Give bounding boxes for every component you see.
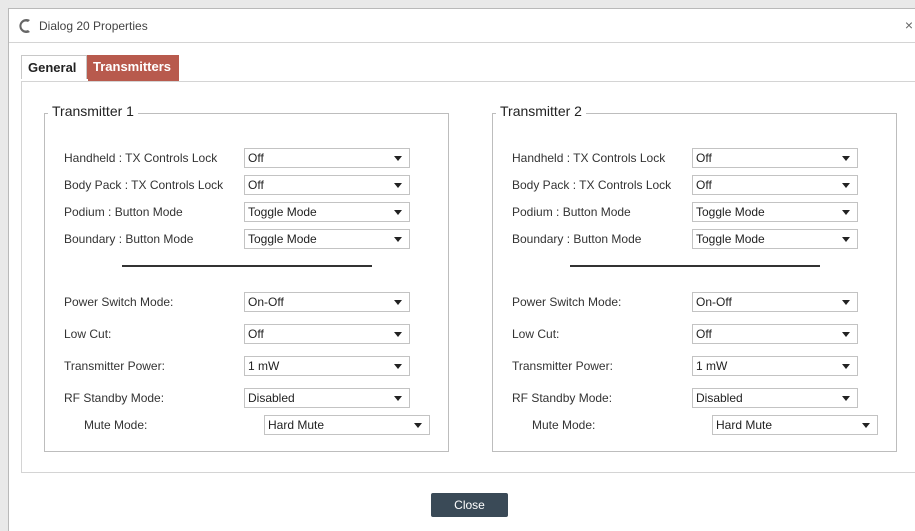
chevron-down-icon bbox=[394, 183, 402, 188]
selected-value: Off bbox=[696, 178, 712, 192]
selected-value: 1 mW bbox=[248, 359, 280, 373]
c-logo-icon bbox=[19, 19, 30, 33]
selected-value: Toggle Mode bbox=[696, 232, 765, 246]
bodypack-lock-label: Body Pack : TX Controls Lock bbox=[512, 178, 672, 192]
low-cut-label: Low Cut: bbox=[512, 327, 560, 341]
tx-power-select[interactable]: 1 mW bbox=[692, 356, 858, 376]
title-bar: Dialog 20 Properties × bbox=[9, 9, 915, 43]
chevron-down-icon bbox=[394, 156, 402, 161]
selected-value: Off bbox=[696, 151, 712, 165]
selected-value: 1 mW bbox=[696, 359, 728, 373]
bodypack-lock-select[interactable]: Off bbox=[244, 175, 410, 195]
chevron-down-icon bbox=[394, 364, 402, 369]
boundary-mode-label: Boundary : Button Mode bbox=[64, 232, 194, 246]
podium-mode-select[interactable]: Toggle Mode bbox=[244, 202, 410, 222]
tx-power-select[interactable]: 1 mW bbox=[244, 356, 410, 376]
handheld-lock-select[interactable]: Off bbox=[244, 148, 410, 168]
selected-value: Toggle Mode bbox=[696, 205, 765, 219]
chevron-down-icon bbox=[394, 210, 402, 215]
chevron-down-icon bbox=[842, 156, 850, 161]
chevron-down-icon bbox=[394, 332, 402, 337]
selected-value: Disabled bbox=[696, 391, 743, 405]
rf-standby-label: RF Standby Mode: bbox=[512, 391, 613, 405]
selected-value: On-Off bbox=[248, 295, 284, 309]
selected-value: Off bbox=[248, 327, 264, 341]
boundary-mode-select[interactable]: Toggle Mode bbox=[244, 229, 410, 249]
chevron-down-icon bbox=[394, 396, 402, 401]
tx-power-label: Transmitter Power: bbox=[512, 359, 613, 373]
chevron-down-icon bbox=[862, 423, 870, 428]
tab-transmitters[interactable]: Transmitters bbox=[87, 55, 179, 79]
power-switch-select[interactable]: On-Off bbox=[244, 292, 410, 312]
group-title: Transmitter 2 bbox=[496, 103, 586, 119]
boundary-mode-label: Boundary : Button Mode bbox=[512, 232, 642, 246]
chevron-down-icon bbox=[842, 300, 850, 305]
handheld-lock-label: Handheld : TX Controls Lock bbox=[512, 151, 666, 165]
handheld-lock-label: Handheld : TX Controls Lock bbox=[64, 151, 218, 165]
close-button[interactable]: Close bbox=[431, 493, 508, 517]
bodypack-lock-select[interactable]: Off bbox=[692, 175, 858, 195]
tx-power-label: Transmitter Power: bbox=[64, 359, 165, 373]
podium-mode-label: Podium : Button Mode bbox=[64, 205, 183, 219]
power-switch-select[interactable]: On-Off bbox=[692, 292, 858, 312]
selected-value: Off bbox=[248, 151, 264, 165]
transmitters-panel: Transmitter 1 Handheld : TX Controls Loc… bbox=[21, 81, 915, 473]
low-cut-label: Low Cut: bbox=[64, 327, 112, 341]
rf-standby-select[interactable]: Disabled bbox=[692, 388, 858, 408]
mute-mode-label: Mute Mode: bbox=[84, 418, 148, 432]
selected-value: Toggle Mode bbox=[248, 232, 317, 246]
properties-dialog: Dialog 20 Properties × General Transmitt… bbox=[8, 8, 915, 531]
selected-value: Off bbox=[696, 327, 712, 341]
selected-value: Hard Mute bbox=[716, 418, 773, 432]
chevron-down-icon bbox=[394, 300, 402, 305]
transmitter-2-group: Transmitter 2 Handheld : TX Controls Loc… bbox=[492, 103, 897, 452]
section-divider bbox=[122, 265, 372, 267]
transmitter-1-group: Transmitter 1 Handheld : TX Controls Loc… bbox=[44, 103, 449, 452]
selected-value: Toggle Mode bbox=[248, 205, 317, 219]
chevron-down-icon bbox=[842, 183, 850, 188]
window-title: Dialog 20 Properties bbox=[39, 19, 148, 33]
chevron-down-icon bbox=[842, 396, 850, 401]
low-cut-select[interactable]: Off bbox=[692, 324, 858, 344]
close-icon[interactable]: × bbox=[905, 17, 913, 33]
rf-standby-select[interactable]: Disabled bbox=[244, 388, 410, 408]
low-cut-select[interactable]: Off bbox=[244, 324, 410, 344]
power-switch-label: Power Switch Mode: bbox=[64, 295, 174, 309]
group-title: Transmitter 1 bbox=[48, 103, 138, 119]
mute-mode-label: Mute Mode: bbox=[532, 418, 596, 432]
podium-mode-label: Podium : Button Mode bbox=[512, 205, 631, 219]
chevron-down-icon bbox=[842, 332, 850, 337]
power-switch-label: Power Switch Mode: bbox=[512, 295, 622, 309]
selected-value: On-Off bbox=[696, 295, 732, 309]
mute-mode-select[interactable]: Hard Mute bbox=[712, 415, 878, 435]
bodypack-lock-label: Body Pack : TX Controls Lock bbox=[64, 178, 224, 192]
selected-value: Disabled bbox=[248, 391, 295, 405]
chevron-down-icon bbox=[394, 237, 402, 242]
boundary-mode-select[interactable]: Toggle Mode bbox=[692, 229, 858, 249]
handheld-lock-select[interactable]: Off bbox=[692, 148, 858, 168]
chevron-down-icon bbox=[414, 423, 422, 428]
podium-mode-select[interactable]: Toggle Mode bbox=[692, 202, 858, 222]
selected-value: Off bbox=[248, 178, 264, 192]
mute-mode-select[interactable]: Hard Mute bbox=[264, 415, 430, 435]
chevron-down-icon bbox=[842, 364, 850, 369]
chevron-down-icon bbox=[842, 237, 850, 242]
rf-standby-label: RF Standby Mode: bbox=[64, 391, 165, 405]
tab-general[interactable]: General bbox=[21, 55, 87, 79]
chevron-down-icon bbox=[842, 210, 850, 215]
selected-value: Hard Mute bbox=[268, 418, 325, 432]
section-divider bbox=[570, 265, 820, 267]
